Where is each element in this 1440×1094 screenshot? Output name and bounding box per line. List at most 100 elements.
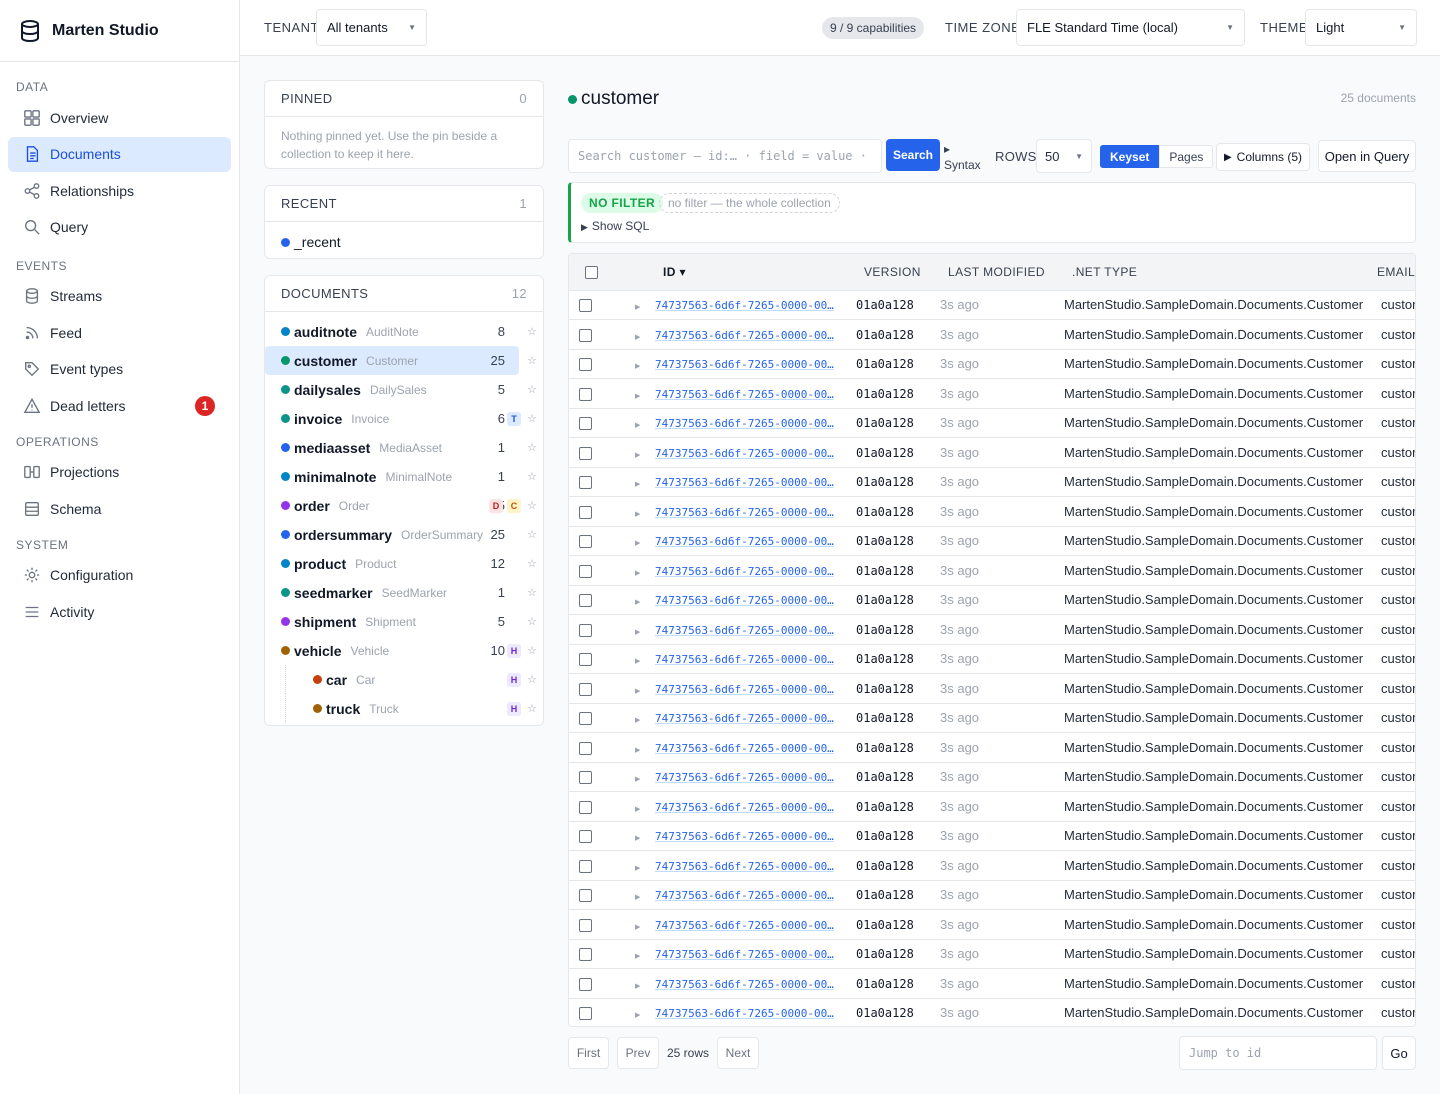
row-checkbox[interactable] [579, 328, 592, 342]
expand-row-icon[interactable]: ▶ [635, 511, 640, 518]
expand-row-icon[interactable]: ▶ [635, 688, 640, 695]
document-collection-car[interactable]: car Car H ☆ [265, 665, 543, 694]
search-button[interactable]: Search [886, 139, 940, 171]
row-checkbox[interactable] [579, 299, 592, 313]
expand-row-icon[interactable]: ▶ [635, 747, 640, 754]
go-button[interactable]: Go [1382, 1036, 1416, 1070]
row-checkbox[interactable] [579, 977, 592, 991]
document-id-link[interactable]: 74737563-6d6f-7265-0000-00… [655, 801, 834, 814]
expand-row-icon[interactable]: ▶ [635, 806, 640, 813]
document-id-link[interactable]: 74737563-6d6f-7265-0000-00… [655, 919, 834, 932]
expand-row-icon[interactable]: ▶ [635, 422, 640, 429]
column-header-email[interactable]: EMAIL [1375, 254, 1415, 291]
columns-button[interactable]: ▶ Columns (5) [1216, 143, 1310, 171]
search-input[interactable]: Search customer — id:… · field = value · [568, 139, 882, 173]
pin-star-icon[interactable]: ☆ [527, 499, 537, 512]
table-row[interactable]: ▶ 74737563-6d6f-7265-0000-00… 01a0a128 3s a… [569, 909, 1415, 940]
theme-select[interactable]: Light ▼ [1305, 9, 1417, 46]
document-collection-mediaasset[interactable]: mediaasset MediaAsset 1 ☆ [265, 433, 543, 462]
document-collection-ordersummary[interactable]: ordersummary OrderSummary 25 ☆ [265, 520, 543, 549]
table-row[interactable]: ▶ 74737563-6d6f-7265-0000-00… 01a0a128 3s a… [569, 496, 1415, 527]
sidebar-item-overview[interactable]: Overview [8, 100, 231, 135]
pin-star-icon[interactable]: ☆ [527, 354, 537, 367]
row-checkbox[interactable] [579, 417, 592, 431]
expand-row-icon[interactable]: ▶ [635, 1012, 640, 1019]
sidebar-item-relationships[interactable]: Relationships [8, 173, 231, 208]
expand-row-icon[interactable]: ▶ [635, 570, 640, 577]
jump-to-id-input[interactable]: Jump to id [1179, 1036, 1377, 1070]
table-row[interactable]: ▶ 74737563-6d6f-7265-0000-00… 01a0a128 3s a… [569, 378, 1415, 409]
table-row[interactable]: ▶ 74737563-6d6f-7265-0000-00… 01a0a128 3s a… [569, 850, 1415, 881]
table-row[interactable]: ▶ 74737563-6d6f-7265-0000-00… 01a0a128 3s a… [569, 644, 1415, 674]
show-sql-toggle[interactable]: ▶ Show SQL [581, 219, 649, 233]
brand[interactable]: Marten Studio [0, 0, 239, 62]
document-collection-dailysales[interactable]: dailysales DailySales 5 ☆ [265, 375, 543, 404]
document-id-link[interactable]: 74737563-6d6f-7265-0000-00… [655, 860, 834, 873]
column-header-version[interactable]: VERSION [856, 254, 940, 291]
pin-star-icon[interactable]: ☆ [527, 383, 537, 396]
expand-row-icon[interactable]: ▶ [635, 658, 640, 665]
table-row[interactable]: ▶ 74737563-6d6f-7265-0000-00… 01a0a128 3s a… [569, 585, 1415, 615]
document-id-link[interactable]: 74737563-6d6f-7265-0000-00… [655, 506, 834, 519]
row-checkbox[interactable] [579, 830, 592, 844]
document-collection-shipment[interactable]: shipment Shipment 5 ☆ [265, 607, 543, 636]
table-row[interactable]: ▶ 74737563-6d6f-7265-0000-00… 01a0a128 3s a… [569, 703, 1415, 733]
row-checkbox[interactable] [579, 653, 592, 667]
table-row[interactable]: ▶ 74737563-6d6f-7265-0000-00… 01a0a128 3s a… [569, 880, 1415, 910]
timezone-select[interactable]: FLE Standard Time (local) ▼ [1016, 9, 1245, 46]
row-checkbox[interactable] [579, 564, 592, 578]
syntax-toggle[interactable]: ▸ Syntax [944, 141, 981, 173]
document-collection-truck[interactable]: truck Truck H ☆ [265, 694, 543, 723]
table-row[interactable]: ▶ 74737563-6d6f-7265-0000-00… 01a0a128 3s a… [569, 821, 1415, 851]
expand-row-icon[interactable]: ▶ [635, 599, 640, 606]
table-row[interactable]: ▶ 74737563-6d6f-7265-0000-00… 01a0a128 3s a… [569, 290, 1415, 320]
pin-star-icon[interactable]: ☆ [527, 441, 537, 454]
expand-row-icon[interactable]: ▶ [635, 835, 640, 842]
expand-row-icon[interactable]: ▶ [635, 894, 640, 901]
row-checkbox[interactable] [579, 800, 592, 814]
document-collection-customer[interactable]: customer Customer 25 ☆ [265, 346, 537, 375]
document-id-link[interactable]: 74737563-6d6f-7265-0000-00… [655, 948, 834, 961]
sidebar-item-projections[interactable]: Projections [8, 455, 231, 490]
table-row[interactable]: ▶ 74737563-6d6f-7265-0000-00… 01a0a128 3s a… [569, 762, 1415, 792]
expand-row-icon[interactable]: ▶ [635, 776, 640, 783]
document-id-link[interactable]: 74737563-6d6f-7265-0000-00… [655, 889, 834, 902]
document-id-link[interactable]: 74737563-6d6f-7265-0000-00… [655, 978, 834, 991]
table-row[interactable]: ▶ 74737563-6d6f-7265-0000-00… 01a0a128 3s a… [569, 614, 1415, 645]
expand-row-icon[interactable]: ▶ [635, 393, 640, 400]
capabilities-badge[interactable]: 9 / 9 capabilities [822, 17, 925, 39]
expand-row-icon[interactable]: ▶ [635, 865, 640, 872]
document-id-link[interactable]: 74737563-6d6f-7265-0000-00… [655, 653, 834, 666]
sidebar-item-configuration[interactable]: Configuration [8, 558, 231, 593]
column-header-net-type[interactable]: .NET TYPE [1064, 254, 1375, 291]
table-row[interactable]: ▶ 74737563-6d6f-7265-0000-00… 01a0a128 3s a… [569, 408, 1415, 438]
row-checkbox[interactable] [579, 446, 592, 460]
row-checkbox[interactable] [579, 476, 592, 490]
pages-option[interactable]: Pages [1159, 145, 1214, 168]
table-row[interactable]: ▶ 74737563-6d6f-7265-0000-00… 01a0a128 3s a… [569, 732, 1415, 763]
document-id-link[interactable]: 74737563-6d6f-7265-0000-00… [655, 358, 834, 371]
document-id-link[interactable]: 74737563-6d6f-7265-0000-00… [655, 447, 834, 460]
sidebar-item-activity[interactable]: Activity [8, 594, 231, 629]
sidebar-item-query[interactable]: Query [8, 210, 231, 245]
table-row[interactable]: ▶ 74737563-6d6f-7265-0000-00… 01a0a128 3s a… [569, 467, 1415, 497]
document-id-link[interactable]: 74737563-6d6f-7265-0000-00… [655, 299, 834, 312]
row-checkbox[interactable] [579, 594, 592, 608]
expand-row-icon[interactable]: ▶ [635, 924, 640, 931]
sidebar-item-dead-letters[interactable]: Dead letters 1 [8, 388, 231, 423]
expand-row-icon[interactable]: ▶ [635, 717, 640, 724]
expand-row-icon[interactable]: ▶ [635, 983, 640, 990]
row-checkbox[interactable] [579, 535, 592, 549]
sidebar-item-event-types[interactable]: Event types [8, 352, 231, 387]
prev-page-button[interactable]: Prev [617, 1037, 659, 1069]
table-row[interactable]: ▶ 74737563-6d6f-7265-0000-00… 01a0a128 3s a… [569, 437, 1415, 468]
table-row[interactable]: ▶ 74737563-6d6f-7265-0000-00… 01a0a128 3s a… [569, 555, 1415, 586]
expand-row-icon[interactable]: ▶ [635, 452, 640, 459]
expand-row-icon[interactable]: ▶ [635, 540, 640, 547]
row-checkbox[interactable] [579, 505, 592, 519]
document-collection-minimalnote[interactable]: minimalnote MinimalNote 1 ☆ [265, 462, 543, 491]
rows-select[interactable]: 50 ▼ [1036, 139, 1092, 173]
expand-row-icon[interactable]: ▶ [635, 304, 640, 311]
document-id-link[interactable]: 74737563-6d6f-7265-0000-00… [655, 1007, 834, 1020]
open-in-query-button[interactable]: Open in Query [1318, 140, 1416, 172]
